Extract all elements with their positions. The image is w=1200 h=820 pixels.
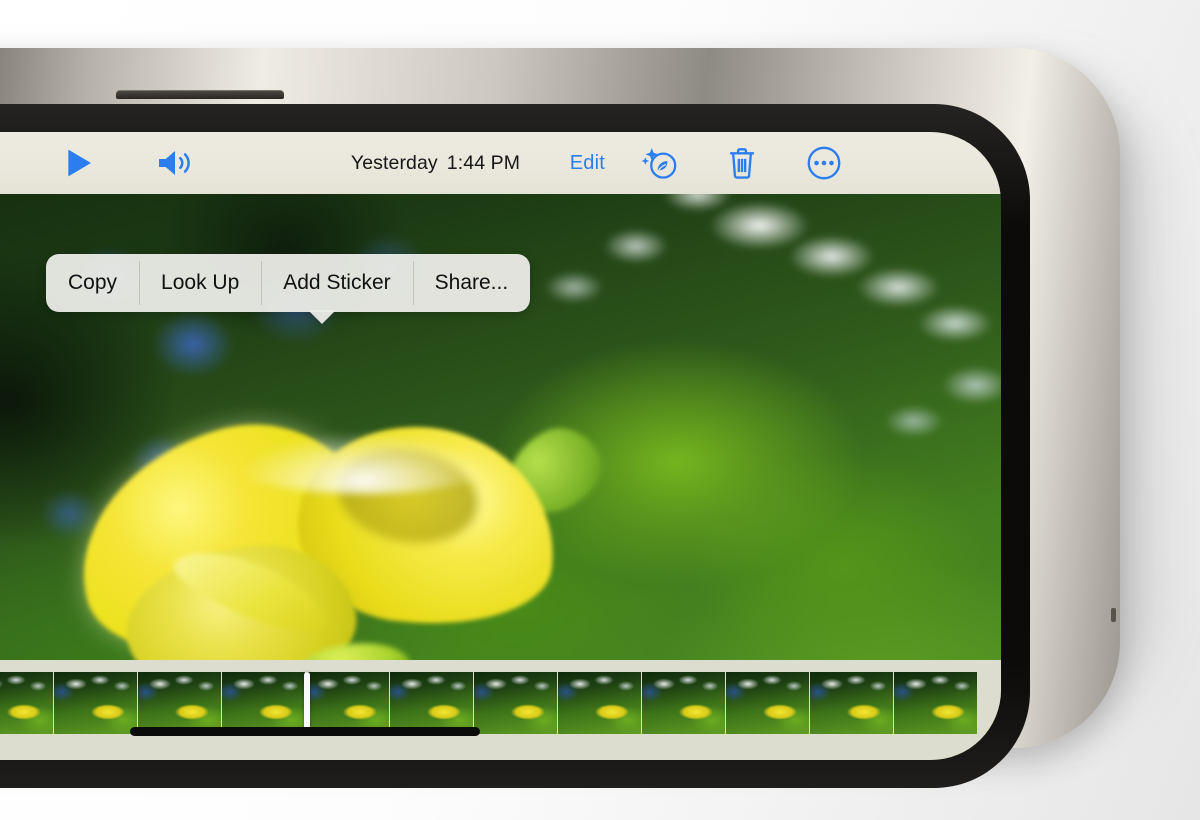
edit-button[interactable]: Edit [570, 152, 605, 175]
context-menu-item-copy[interactable]: Copy [46, 254, 139, 312]
scrubber-bar [0, 660, 1001, 760]
home-indicator[interactable] [130, 727, 480, 736]
context-menu-item-look-up[interactable]: Look Up [139, 254, 261, 312]
trash-icon [725, 145, 759, 181]
play-icon [64, 147, 94, 179]
filmstrip-frame[interactable] [894, 672, 977, 734]
context-menu-pointer [308, 310, 336, 324]
video-filmstrip[interactable] [0, 672, 1001, 734]
speaker-wave-icon [156, 147, 194, 179]
visual-look-up-leaf-icon [640, 145, 680, 181]
volume-button-top[interactable] [116, 90, 284, 99]
scrubber-playhead[interactable] [304, 672, 310, 734]
more-options-button[interactable] [797, 141, 851, 185]
delete-button[interactable] [715, 141, 769, 185]
filmstrip-frame[interactable] [558, 672, 641, 734]
filmstrip-frame[interactable] [390, 672, 473, 734]
filmstrip-frame[interactable] [138, 672, 221, 734]
play-button[interactable] [52, 141, 106, 185]
context-menu-item-share[interactable]: Share... [412, 254, 531, 312]
phone-screen: Yesterday 1:44 PM Edit Copy Look Up Add … [0, 132, 1001, 760]
filmstrip-frame[interactable] [642, 672, 725, 734]
filmstrip-frame[interactable] [810, 672, 893, 734]
filmstrip-frame[interactable] [306, 672, 389, 734]
phone-frame: Yesterday 1:44 PM Edit Copy Look Up Add … [0, 48, 1120, 788]
ellipsis-circle-icon [806, 145, 842, 181]
toolbar-left-group [0, 141, 202, 185]
filmstrip-frame[interactable] [474, 672, 557, 734]
frame-antenna-line [1111, 608, 1116, 622]
filmstrip-frame[interactable] [0, 672, 53, 734]
context-menu-item-add-sticker[interactable]: Add Sticker [261, 254, 412, 312]
context-menu: Copy Look Up Add Sticker Share... [46, 254, 531, 324]
photo-date: Yesterday [350, 151, 438, 174]
toolbar-right-group: Edit [570, 141, 1001, 185]
photo-toolbar: Yesterday 1:44 PM Edit [0, 132, 1001, 194]
context-menu-bar: Copy Look Up Add Sticker Share... [46, 254, 531, 312]
filmstrip-frame[interactable] [222, 672, 305, 734]
volume-button[interactable] [148, 141, 202, 185]
flower-highlight-rim [222, 424, 504, 494]
favorite-button[interactable] [0, 141, 10, 185]
filmstrip-frame[interactable] [726, 672, 809, 734]
filmstrip-frame[interactable] [54, 672, 137, 734]
visual-look-up-button[interactable] [633, 141, 687, 185]
photo-time: 1:44 PM [446, 151, 521, 174]
